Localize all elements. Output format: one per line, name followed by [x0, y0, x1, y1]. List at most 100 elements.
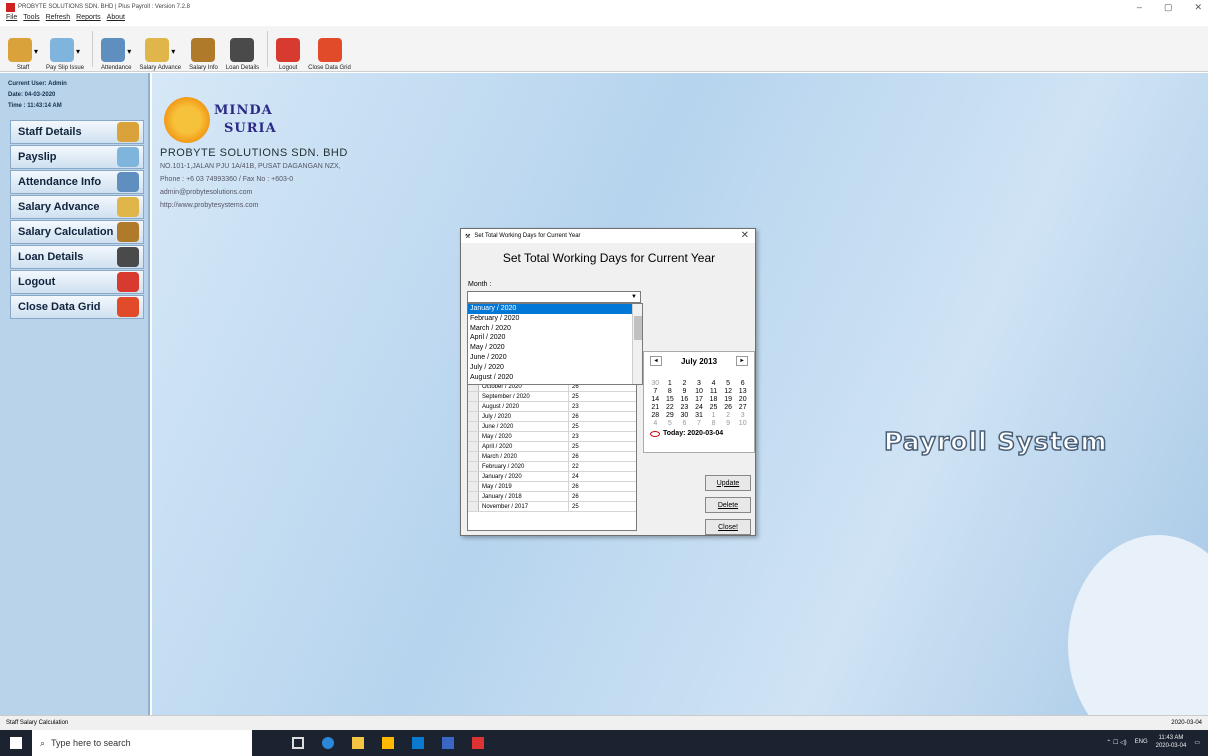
language-indicator[interactable]: ENG	[1135, 739, 1148, 745]
menu-tools[interactable]: Tools	[23, 14, 39, 26]
row-header[interactable]	[468, 452, 479, 461]
notification-icon[interactable]: ▭	[1194, 739, 1200, 746]
table-row[interactable]: August / 2020 23	[468, 402, 636, 412]
table-row[interactable]: November / 2017 25	[468, 502, 636, 512]
calendar-day[interactable]: 25	[706, 404, 721, 412]
calendar-day[interactable]: 8	[663, 388, 678, 396]
table-row[interactable]: July / 2020 26	[468, 412, 636, 422]
calendar-day[interactable]: 17	[692, 396, 707, 404]
chevron-down-icon[interactable]: ▼	[628, 292, 640, 302]
row-header[interactable]	[468, 462, 479, 471]
close-window-button[interactable]: ✕	[1194, 2, 1202, 13]
calendar-day[interactable]: 30	[677, 412, 692, 420]
dropdown-option[interactable]: June / 2020	[468, 353, 642, 363]
sidebar-item-salary-advance[interactable]: Salary Advance	[10, 195, 144, 219]
toolbar-button-logout[interactable]: Logout	[276, 29, 301, 71]
calendar-day[interactable]: 16	[677, 396, 692, 404]
calendar-day[interactable]: 28	[648, 412, 663, 420]
minimize-button[interactable]: –	[1137, 2, 1142, 13]
menu-refresh[interactable]: Refresh	[46, 14, 71, 26]
toolbar-button-attendance[interactable]: ▾ Attendance	[101, 29, 131, 71]
calendar-day[interactable]: 21	[648, 404, 663, 412]
calendar-next-button[interactable]: ▸	[736, 356, 748, 366]
row-header[interactable]	[468, 472, 479, 481]
calendar-day[interactable]: 7	[692, 420, 707, 428]
row-header[interactable]	[468, 422, 479, 431]
toolbar-button-staff[interactable]: ▾ Staff	[8, 29, 38, 71]
calendar-day[interactable]: 10	[735, 420, 750, 428]
explorer-icon[interactable]	[352, 737, 364, 749]
calendar-day[interactable]: 2	[721, 412, 736, 420]
task-view-icon[interactable]	[292, 737, 304, 749]
row-header[interactable]	[468, 392, 479, 401]
dropdown-option[interactable]: January / 2020	[468, 304, 642, 314]
calendar-day[interactable]: 3	[692, 380, 707, 388]
toolbar-button-salary-advance[interactable]: ▾ Salary Advance	[139, 29, 181, 71]
sidebar-item-loan-details[interactable]: Loan Details	[10, 245, 144, 269]
sidebar-item-salary-calculation[interactable]: Salary Calculation	[10, 220, 144, 244]
calendar-day[interactable]: 20	[735, 396, 750, 404]
row-header[interactable]	[468, 492, 479, 501]
calendar-day[interactable]: 23	[677, 404, 692, 412]
calendar-day[interactable]: 14	[648, 396, 663, 404]
store-icon[interactable]	[382, 737, 394, 749]
dialog-close-icon[interactable]: ✕	[741, 230, 749, 241]
calendar-day[interactable]: 12	[721, 388, 736, 396]
calendar-prev-button[interactable]: ◂	[650, 356, 662, 366]
calendar-day[interactable]: 13	[735, 388, 750, 396]
row-header[interactable]	[468, 442, 479, 451]
calendar-day[interactable]: 5	[663, 420, 678, 428]
month-dropdown-list[interactable]: January / 2020 February / 2020 March / 202…	[467, 303, 643, 385]
sidebar-item-staff-details[interactable]: Staff Details	[10, 120, 144, 144]
network-icon[interactable]: ⌃ ☐ ◁)	[1106, 739, 1126, 746]
dropdown-option[interactable]: February / 2020	[468, 314, 642, 324]
calendar-day[interactable]: 3	[735, 412, 750, 420]
month-combo[interactable]: ▼	[467, 291, 641, 303]
windows-start-icon[interactable]	[10, 737, 22, 749]
toolbar-button-salary-info[interactable]: Salary Info	[189, 29, 218, 71]
close-button[interactable]: Close!	[705, 519, 751, 535]
working-days-grid[interactable]: October / 2020 26 September / 2020 25 August…	[467, 381, 637, 531]
dropdown-option[interactable]: March / 2020	[468, 324, 642, 334]
chevron-down-icon[interactable]: ▾	[34, 47, 38, 56]
row-header[interactable]	[468, 432, 479, 441]
calendar-day[interactable]: 4	[648, 420, 663, 428]
calendar-day[interactable]: 10	[692, 388, 707, 396]
calendar-day[interactable]: 27	[735, 404, 750, 412]
dropdown-scrollbar[interactable]	[632, 304, 642, 384]
table-row[interactable]: February / 2020 22	[468, 462, 636, 472]
calendar-day[interactable]: 9	[677, 388, 692, 396]
menu-about[interactable]: About	[107, 14, 125, 26]
row-header[interactable]	[468, 412, 479, 421]
chevron-down-icon[interactable]: ▾	[76, 47, 80, 56]
calendar-day[interactable]: 4	[706, 380, 721, 388]
calendar-day[interactable]: 30	[648, 380, 663, 388]
row-header[interactable]	[468, 482, 479, 491]
payroll-app-taskbar-icon[interactable]	[472, 737, 484, 749]
calendar-day[interactable]: 1	[663, 380, 678, 388]
calendar-day[interactable]: 5	[721, 380, 736, 388]
sidebar-item-logout[interactable]: Logout	[10, 270, 144, 294]
calendar-day[interactable]: 8	[706, 420, 721, 428]
mail-icon[interactable]	[412, 737, 424, 749]
calendar-day[interactable]: 15	[663, 396, 678, 404]
taskbar-search[interactable]: ⌕ Type here to search	[32, 730, 252, 756]
calendar-day[interactable]: 2	[677, 380, 692, 388]
delete-button[interactable]: Delete	[705, 497, 751, 513]
table-row[interactable]: May / 2019 26	[468, 482, 636, 492]
dropdown-scroll-thumb[interactable]	[634, 316, 642, 340]
dropdown-option[interactable]: August / 2020	[468, 373, 642, 383]
table-row[interactable]: March / 2020 26	[468, 452, 636, 462]
calendar-day[interactable]: 24	[692, 404, 707, 412]
toolbar-button-pay-slip-issue[interactable]: ▾ Pay Slip Issue	[46, 29, 84, 71]
table-row[interactable]: September / 2020 25	[468, 392, 636, 402]
dropdown-option[interactable]: July / 2020	[468, 363, 642, 373]
table-row[interactable]: January / 2020 24	[468, 472, 636, 482]
edge-icon[interactable]	[322, 737, 334, 749]
chevron-down-icon[interactable]: ▾	[127, 47, 131, 56]
calendar-day[interactable]: 7	[648, 388, 663, 396]
sidebar-item-payslip[interactable]: Payslip	[10, 145, 144, 169]
calendar-day[interactable]: 18	[706, 396, 721, 404]
calendar-day[interactable]: 6	[735, 380, 750, 388]
calendar-day[interactable]: 31	[692, 412, 707, 420]
